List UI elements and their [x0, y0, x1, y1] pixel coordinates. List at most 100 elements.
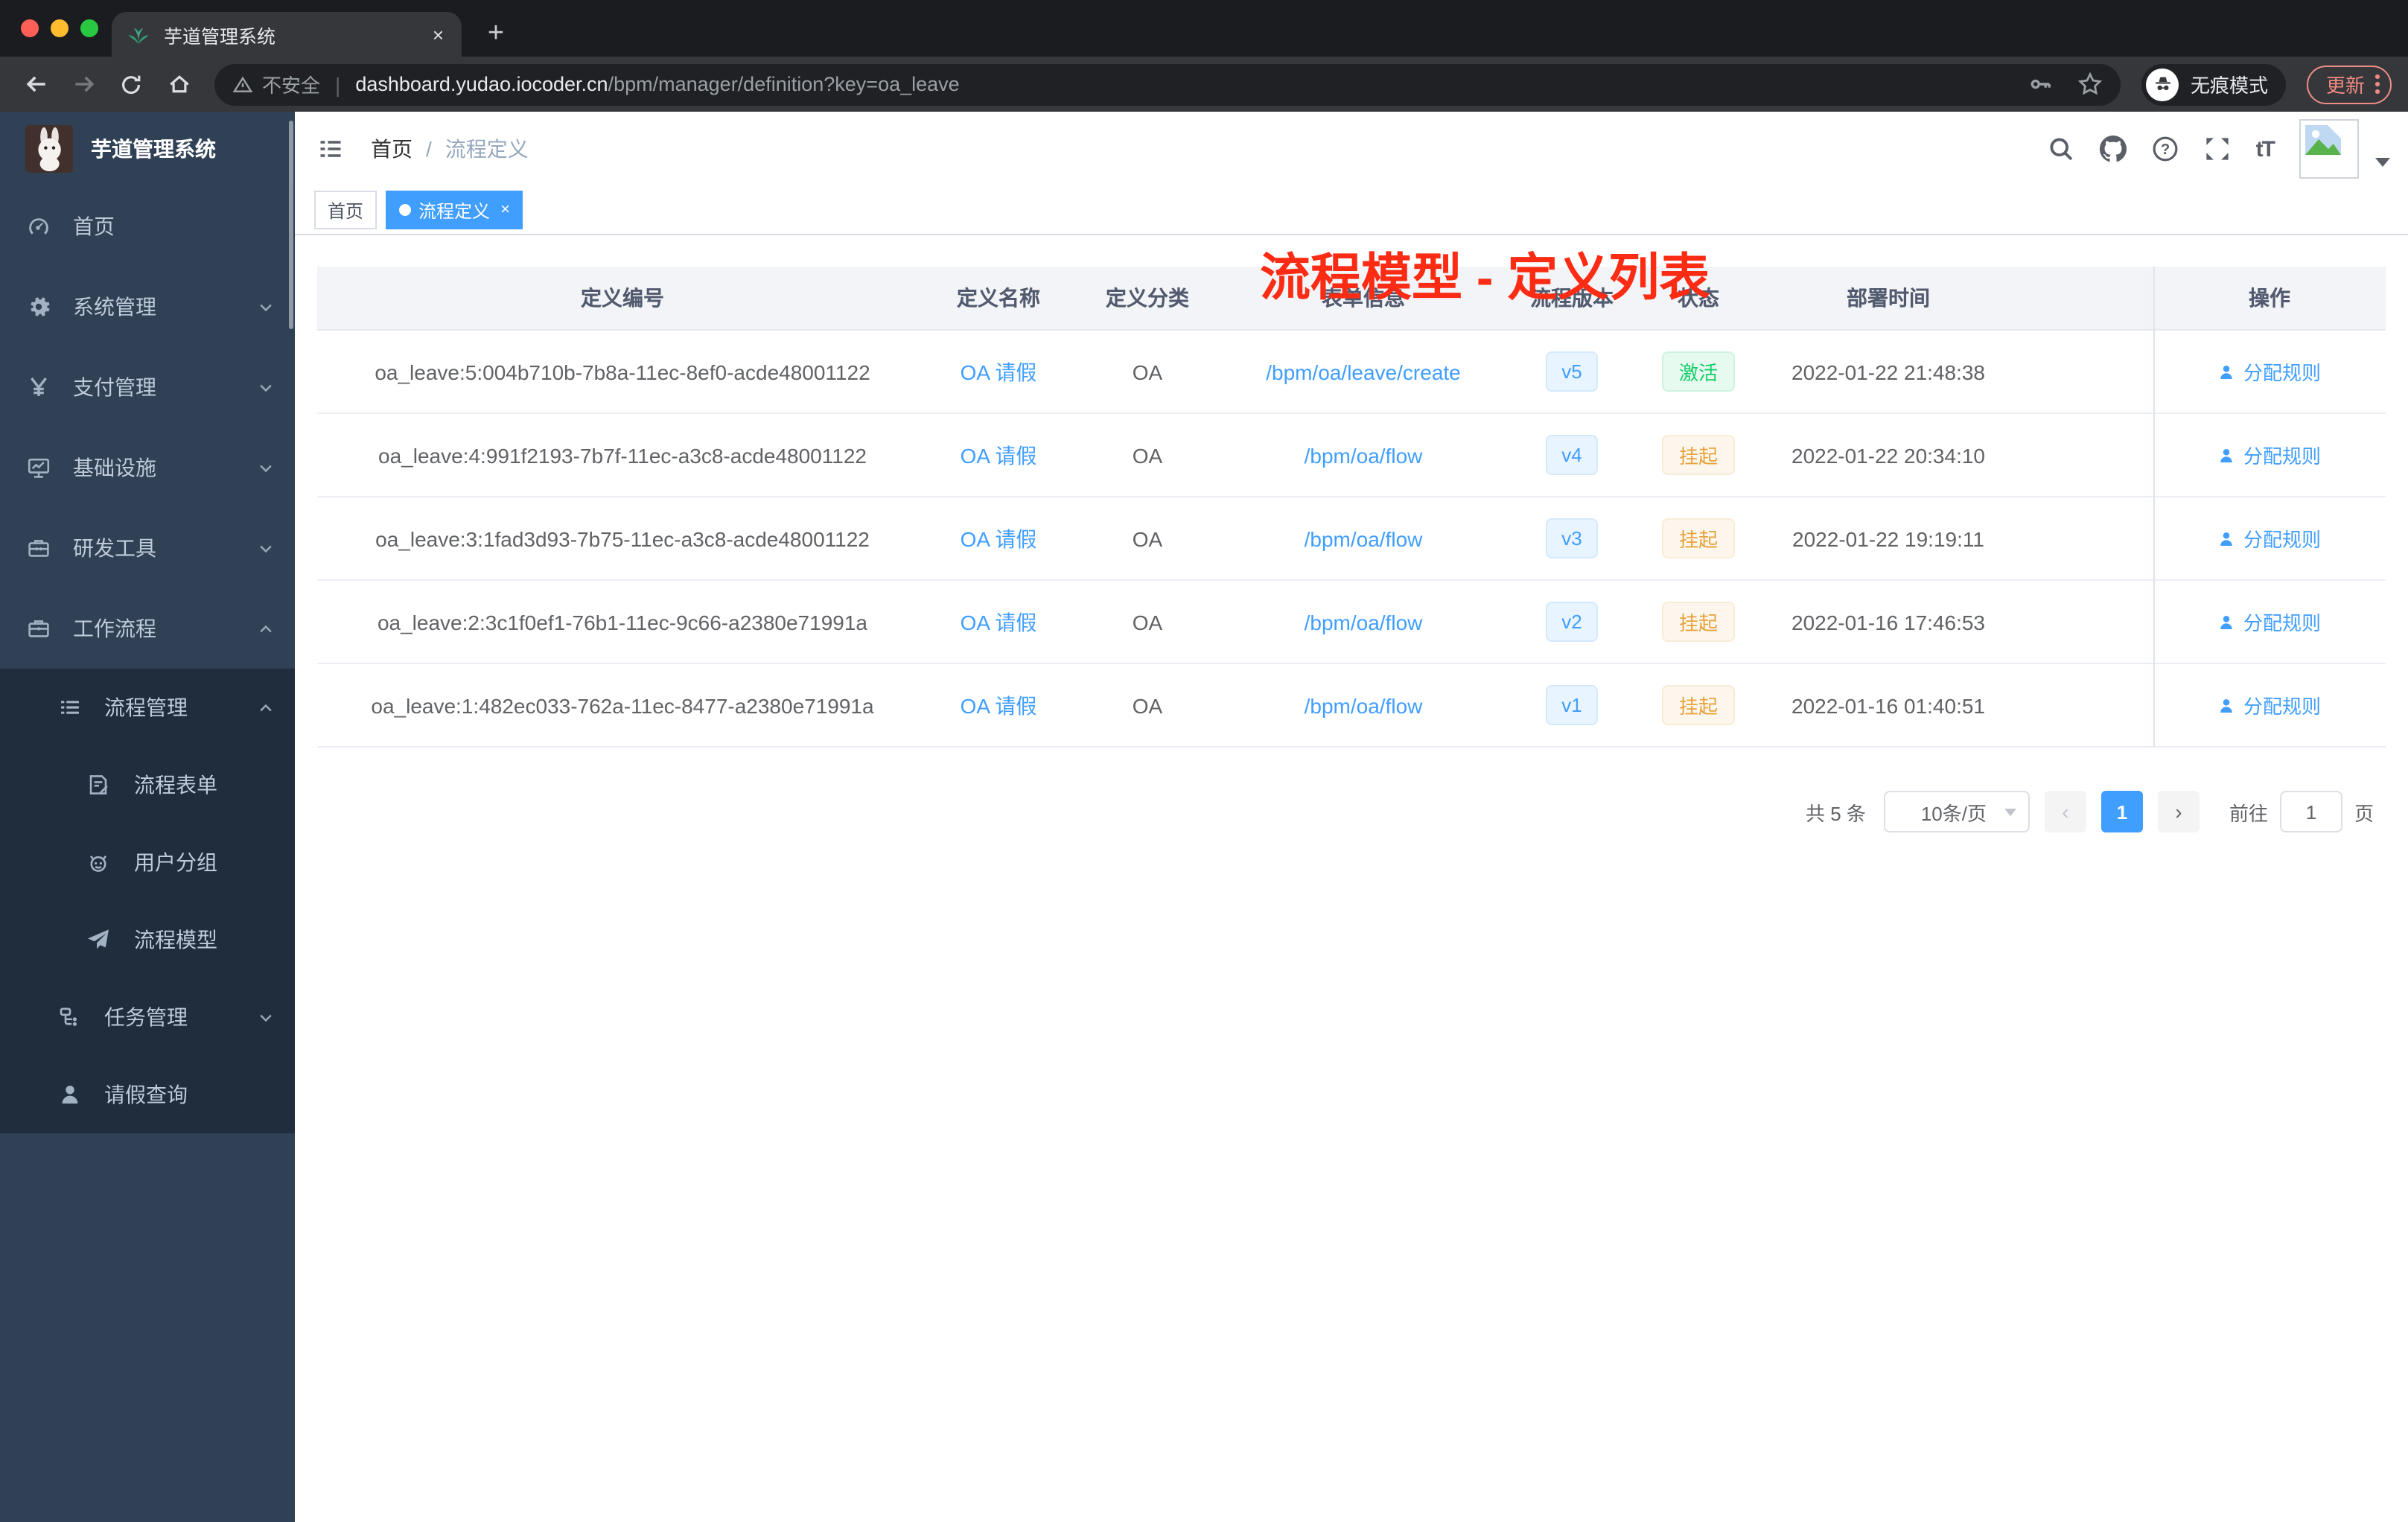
home-icon[interactable]: [158, 63, 200, 105]
status-badge: 挂起: [1662, 602, 1734, 642]
dashboard-icon: [27, 214, 51, 238]
definition-category: OA: [1132, 443, 1163, 467]
fullscreen-icon[interactable]: [2204, 136, 2231, 162]
form-info-link[interactable]: /bpm/oa/flow: [1305, 693, 1423, 717]
browser-tab[interactable]: 芋道管理系统 ×: [112, 12, 462, 57]
forward-icon[interactable]: [63, 63, 104, 105]
deploy-time-cell: 2022-01-22 20:34:10: [1754, 414, 2022, 496]
definition-table: 定义编号 定义名称 定义分类 表单信息 流程版本 状态 部署时间 操作 oa_leave:5:…: [317, 267, 2386, 748]
definition-category: OA: [1132, 693, 1163, 717]
address-bar[interactable]: 不安全 | dashboard.yudao.iocoder.cn/bpm/man…: [214, 63, 2121, 105]
sidebar-item-label: 用户分组: [134, 850, 217, 874]
definition-category-cell: OA: [1069, 331, 1226, 413]
form-info-link[interactable]: /bpm/oa/leave/create: [1266, 360, 1461, 383]
zoom-window-button[interactable]: [80, 19, 98, 37]
breadcrumb-home[interactable]: 首页: [371, 134, 413, 164]
definition-id: oa_leave:4:991f2193-7b7f-11ec-a3c8-acde4…: [378, 443, 867, 467]
sidebar-scrollbar[interactable]: [289, 121, 293, 329]
column-header-1: 定义名称: [957, 286, 1040, 310]
prev-page-button[interactable]: ‹: [2044, 791, 2086, 832]
minimize-window-button[interactable]: [51, 19, 69, 37]
deploy-time-cell: 2022-01-16 17:46:53: [1754, 581, 2022, 663]
form-info-link[interactable]: /bpm/oa/flow: [1305, 526, 1423, 550]
tag-active-dot: [399, 204, 412, 216]
page-number-button[interactable]: 1: [2100, 791, 2143, 832]
goto-page-input[interactable]: [2279, 791, 2342, 832]
avatar[interactable]: [2299, 119, 2359, 179]
definition-id: oa_leave:1:482ec033-762a-11ec-8477-a2380…: [371, 693, 874, 717]
tag-process-definition[interactable]: 流程定义 ×: [386, 191, 523, 229]
assign-rule-link[interactable]: 分配规则: [2218, 524, 2321, 553]
definition-id-cell: oa_leave:2:3c1f0ef1-76b1-11ec-9c66-a2380…: [317, 581, 928, 663]
sidebar-item-7[interactable]: 流程表单: [0, 746, 295, 824]
sidebar-item-6[interactable]: 流程管理: [0, 669, 295, 746]
assign-rule-link[interactable]: 分配规则: [2218, 691, 2321, 719]
sidebar-item-8[interactable]: 用户分组: [0, 824, 295, 901]
security-label[interactable]: 不安全: [262, 70, 320, 98]
column-header-actions: 操作: [2249, 286, 2290, 310]
sidebar-item-10[interactable]: 任务管理: [0, 978, 295, 1056]
sidebar-item-label: 流程管理: [104, 695, 188, 719]
form-info-link[interactable]: /bpm/oa/flow: [1305, 610, 1423, 634]
sidebar-item-label: 任务管理: [104, 1005, 188, 1029]
sidebar-item-0[interactable]: 首页: [0, 186, 295, 267]
deploy-time: 2022-01-16 17:46:53: [1791, 610, 1985, 634]
back-icon[interactable]: [15, 63, 57, 105]
reload-icon[interactable]: [110, 63, 152, 105]
definition-name-link[interactable]: OA 请假: [961, 357, 1037, 386]
version-cell: v4: [1501, 414, 1643, 496]
definition-name-link[interactable]: OA 请假: [961, 690, 1037, 720]
table-row: oa_leave:2:3c1f0ef1-76b1-11ec-9c66-a2380…: [317, 581, 2386, 664]
font-size-icon[interactable]: tT: [2256, 136, 2275, 162]
sidebar-item-2[interactable]: 支付管理: [0, 347, 295, 427]
tag-close-icon[interactable]: ×: [500, 201, 510, 218]
bookmark-star-icon[interactable]: [2077, 71, 2103, 97]
tags-view-bar: 首页 流程定义 ×: [295, 186, 2408, 235]
status-cell: 挂起: [1643, 414, 1754, 496]
paper-plane-icon: [86, 928, 110, 952]
actions-cell: 分配规则: [2153, 497, 2386, 579]
sidebar-item-3[interactable]: 基础设施: [0, 427, 295, 508]
tag-home[interactable]: 首页: [314, 191, 378, 229]
assign-rule-link[interactable]: 分配规则: [2218, 357, 2321, 386]
version-cell: v5: [1501, 331, 1643, 413]
form-info-cell: /bpm/oa/flow: [1226, 414, 1501, 496]
user-icon: [2218, 613, 2236, 631]
page-size-select[interactable]: 10条/页: [1883, 791, 2030, 832]
assign-rule-link[interactable]: 分配规则: [2218, 441, 2321, 469]
chevron-down-icon: [258, 459, 274, 476]
sidebar-item-4[interactable]: 研发工具: [0, 508, 295, 588]
form-info-link[interactable]: /bpm/oa/flow: [1305, 443, 1423, 467]
tag-home-label: 首页: [328, 200, 364, 221]
close-window-button[interactable]: [21, 19, 39, 37]
definition-name-link[interactable]: OA 请假: [961, 523, 1037, 553]
next-page-button[interactable]: ›: [2157, 791, 2200, 832]
sidebar-toggle-icon[interactable]: [317, 136, 344, 162]
avatar-caret-icon[interactable]: [2375, 158, 2390, 167]
actions-cell: 分配规则: [2153, 331, 2386, 413]
deploy-time: 2022-01-22 20:34:10: [1791, 443, 1985, 467]
definition-name-link[interactable]: OA 请假: [961, 440, 1037, 470]
page-content: 定义编号 定义名称 定义分类 表单信息 流程版本 状态 部署时间 操作 oa_leave:5:…: [295, 235, 2408, 1522]
security-warning-icon[interactable]: [232, 74, 253, 95]
password-key-icon[interactable]: [2028, 71, 2054, 97]
new-tab-button[interactable]: +: [477, 15, 515, 54]
help-icon[interactable]: ?: [2152, 136, 2179, 162]
kebab-menu-icon[interactable]: [2375, 74, 2380, 95]
sidebar-item-11[interactable]: 请假查询: [0, 1056, 295, 1133]
definition-id: oa_leave:2:3c1f0ef1-76b1-11ec-9c66-a2380…: [377, 610, 867, 634]
definition-id-cell: oa_leave:1:482ec033-762a-11ec-8477-a2380…: [317, 664, 928, 746]
sidebar-item-5[interactable]: 工作流程: [0, 588, 295, 669]
browser-update-button[interactable]: 更新: [2307, 65, 2392, 104]
search-icon[interactable]: [2048, 136, 2074, 162]
deploy-time: 2022-01-22 19:19:11: [1792, 526, 1984, 550]
sidebar-item-9[interactable]: 流程模型: [0, 901, 295, 978]
sidebar-item-1[interactable]: 系统管理: [0, 267, 295, 347]
page-annotation-title: 流程模型 - 定义列表: [1260, 250, 1710, 307]
assign-rule-link[interactable]: 分配规则: [2218, 608, 2321, 636]
sidebar-logo[interactable]: 芋道管理系统: [0, 112, 295, 186]
github-icon[interactable]: [2099, 136, 2127, 162]
tab-close-icon[interactable]: ×: [430, 23, 447, 45]
actions-cell: 分配规则: [2153, 414, 2386, 496]
definition-name-link[interactable]: OA 请假: [961, 607, 1037, 637]
